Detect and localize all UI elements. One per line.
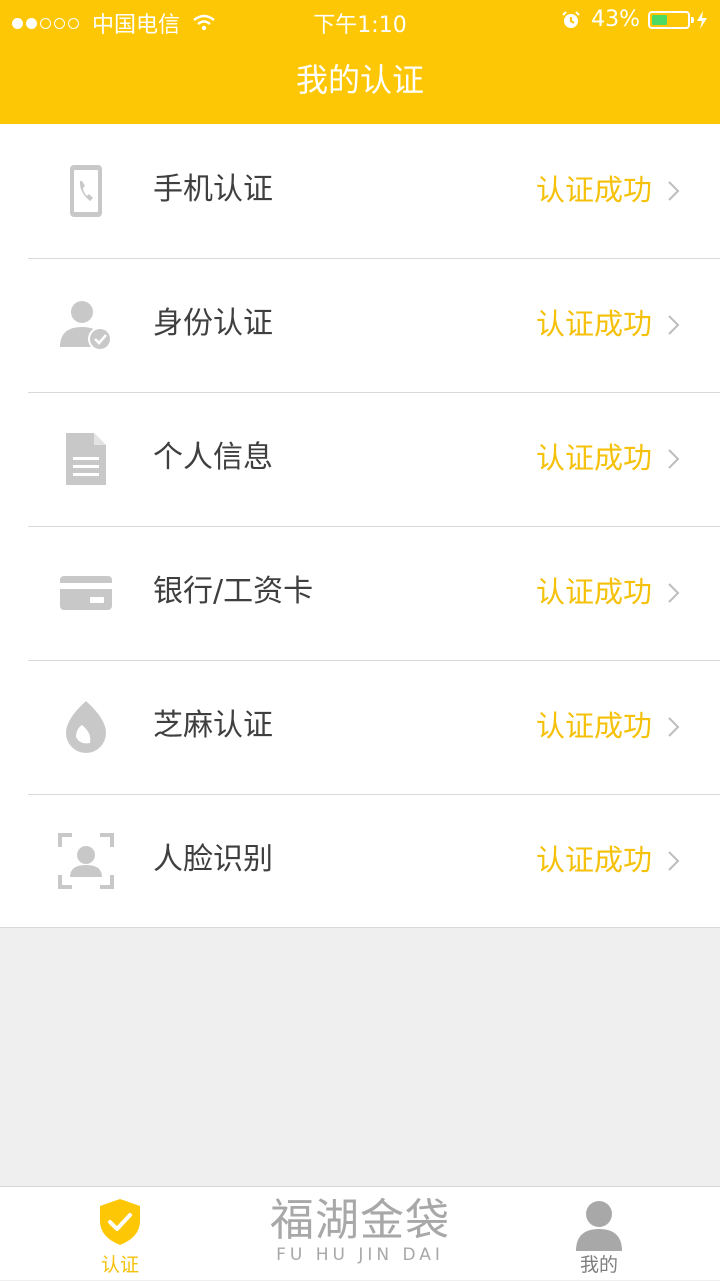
brand-name-cn: 福湖金袋 [270,1195,450,1246]
list-item-phone[interactable]: 手机认证 认证成功 [0,124,720,258]
item-label: 芝麻认证 [153,708,273,743]
brand-logo: 福湖金袋 FU HU JIN DAI [250,1195,470,1266]
document-icon [66,433,106,485]
chevron-right-icon [668,449,680,469]
status-text: 认证成功 [535,441,652,475]
nav-bar: 我的认证 [0,40,720,124]
status-right: 43% [561,7,708,32]
list-item-face-recognition[interactable]: 人脸识别 认证成功 [0,794,720,928]
item-label: 手机认证 [153,172,273,207]
status-text: 认证成功 [535,843,652,877]
tab-label: 我的 [579,1254,618,1276]
tab-verification[interactable]: 认证 [50,1187,190,1281]
user-check-icon [60,301,112,351]
battery-percent: 43% [591,7,640,32]
item-label: 身份认证 [153,306,273,341]
person-icon [576,1201,622,1251]
charging-bolt-icon [697,10,707,29]
tab-mine[interactable]: 我的 [529,1187,669,1281]
chevron-right-icon [668,717,680,737]
status-text: 认证成功 [535,709,652,743]
list-item-identity[interactable]: 身份认证 认证成功 [0,258,720,392]
status-bar: 中国电信 下午1:10 43% [0,0,720,40]
chevron-right-icon [668,583,680,603]
status-text: 认证成功 [535,307,652,341]
tab-bar: 认证 福湖金袋 FU HU JIN DAI 我的 [0,1186,720,1280]
list-item-sesame[interactable]: 芝麻认证 认证成功 [0,660,720,794]
item-label: 个人信息 [153,440,273,475]
verification-list: 手机认证 认证成功 身份认证 认证成功 个人信息 认证成功 银行/工资卡 认证成… [0,124,720,928]
phone-icon [70,165,102,217]
list-item-personal-info[interactable]: 个人信息 认证成功 [0,392,720,526]
chevron-right-icon [668,181,680,201]
chevron-right-icon [668,315,680,335]
face-scan-icon [58,833,114,889]
list-item-bank-card[interactable]: 银行/工资卡 认证成功 [0,526,720,660]
brand-name-en: FU HU JIN DAI [276,1245,444,1265]
tab-label: 认证 [100,1254,139,1276]
item-label: 人脸识别 [153,842,273,877]
chevron-right-icon [668,851,680,871]
item-label: 银行/工资卡 [153,574,314,609]
alarm-icon [562,10,580,28]
shield-check-icon [100,1199,140,1245]
status-text: 认证成功 [535,173,652,207]
card-icon [60,576,112,610]
battery-level-fill [652,14,667,25]
page-title: 我的认证 [295,61,424,99]
status-text: 认证成功 [535,575,652,609]
sesame-icon [66,701,106,753]
battery-icon [648,10,694,29]
